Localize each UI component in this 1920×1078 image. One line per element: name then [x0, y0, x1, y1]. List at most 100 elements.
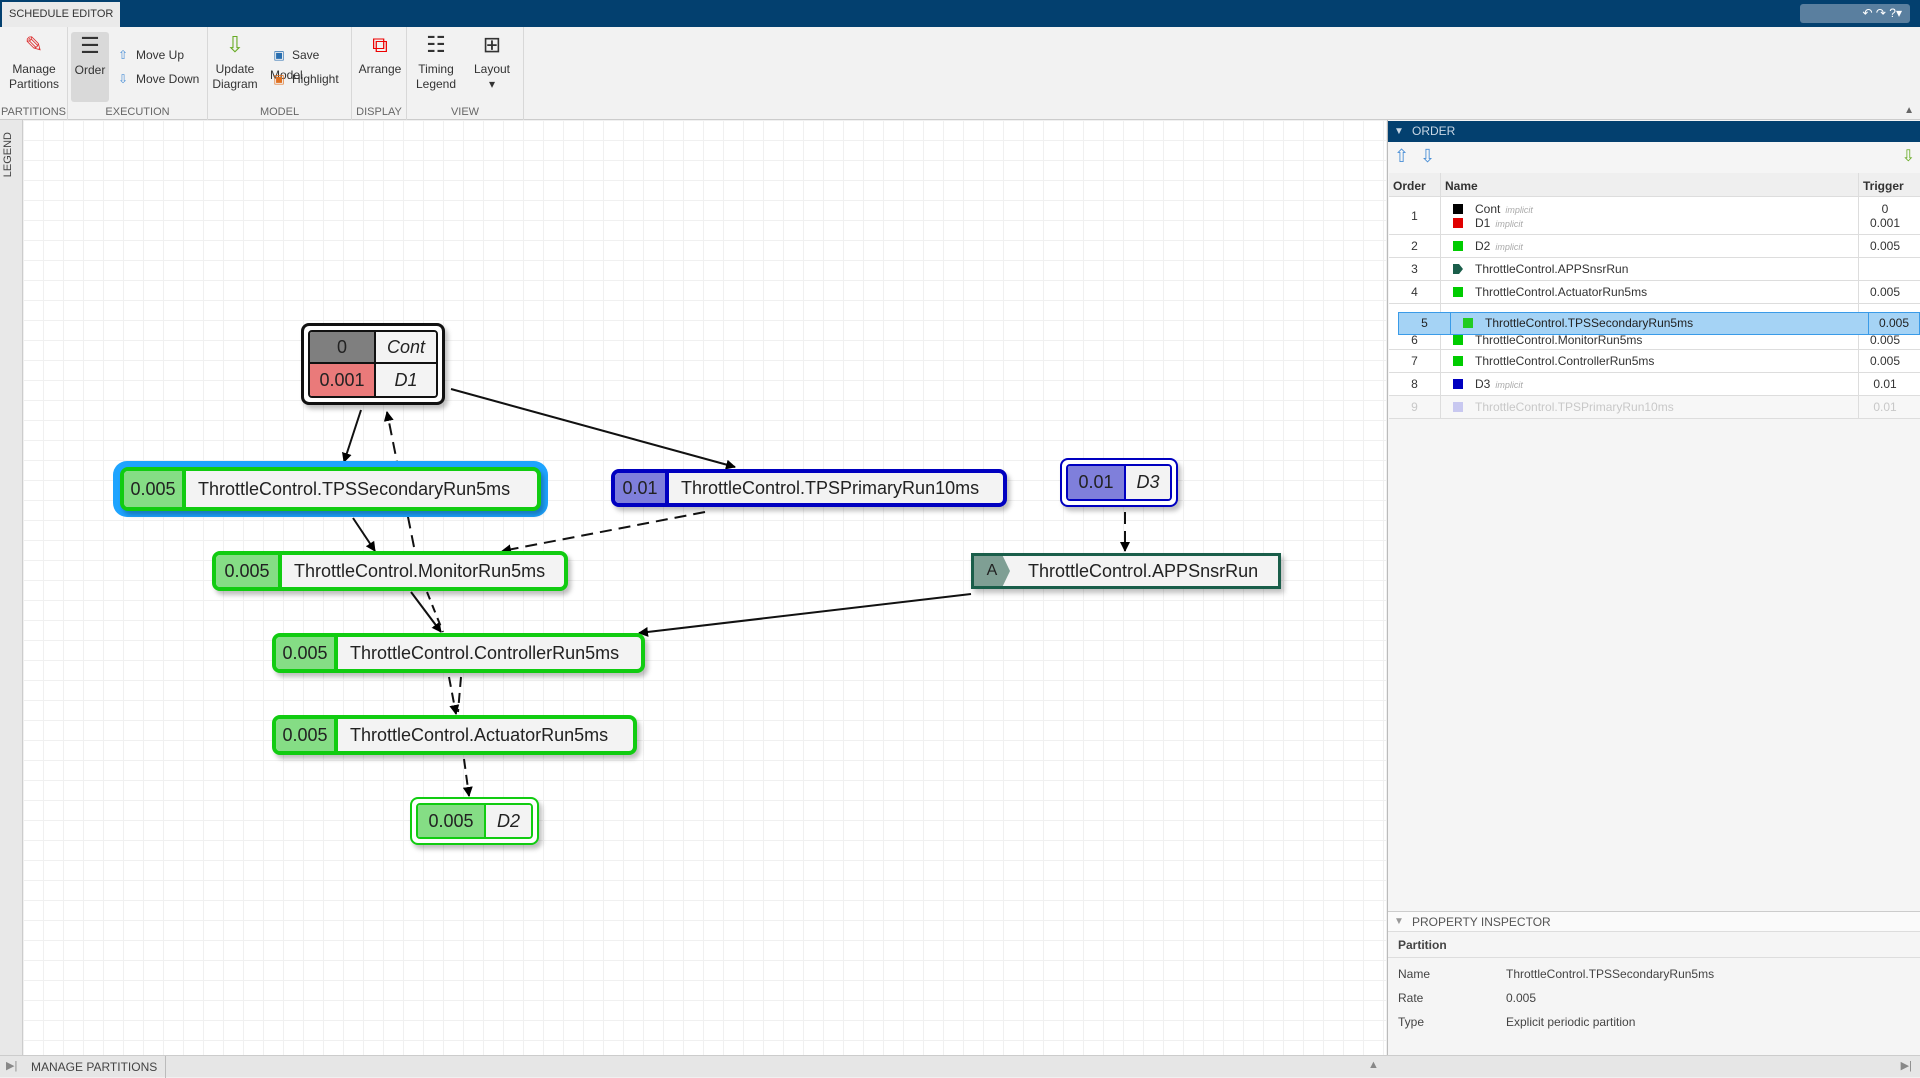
column-name[interactable]: Name: [1441, 173, 1859, 196]
trigger-cell: 0.001: [1869, 215, 1901, 230]
node-appsnsr[interactable]: A ThrottleControl.APPSnsrRun: [971, 553, 1281, 589]
property-inspector-header[interactable]: ▼ PROPERTY INSPECTOR: [1388, 911, 1920, 932]
table-header: Order Name Trigger: [1389, 173, 1920, 197]
arrow-controller-to-actuator-2: [457, 676, 462, 713]
color-swatch-icon: [1453, 241, 1463, 251]
d2-name: D2: [486, 805, 531, 837]
implicit-tag: implicit: [1495, 218, 1523, 229]
trigger-cell: 0.005: [1869, 354, 1901, 368]
quick-access-toolbar[interactable]: ↶ ↷ ?▾: [1800, 4, 1910, 23]
collapse-icon[interactable]: ▼: [1394, 912, 1404, 932]
name-cell: ThrottleControl.TPSSecondaryRun5ms: [1485, 316, 1694, 330]
property-type: Type Explicit periodic partition: [1398, 1015, 1636, 1029]
inspector-section-partition: Partition: [1388, 932, 1920, 958]
name-cell: D1: [1475, 215, 1491, 230]
node-cont-d1[interactable]: 0 Cont 0.001 D1: [301, 323, 445, 405]
manage-partitions-tab[interactable]: MANAGE PARTITIONS: [23, 1056, 167, 1078]
color-swatch-icon: [1453, 334, 1463, 345]
node-rate: 0.005: [276, 719, 338, 751]
undo-icon[interactable]: ↶: [1862, 6, 1872, 20]
node-controller[interactable]: 0.005 ThrottleControl.ControllerRun5ms: [272, 633, 645, 673]
trigger-cell: 0.005: [1869, 285, 1901, 299]
node-tpsprimary[interactable]: 0.01 ThrottleControl.TPSPrimaryRun10ms: [611, 469, 1007, 507]
implicit-tag: implicit: [1495, 242, 1523, 252]
expand-left-icon[interactable]: ▶|: [6, 1059, 17, 1072]
collapse-toolstrip-icon[interactable]: ▲: [1904, 105, 1914, 116]
node-rate: 0.005: [216, 555, 282, 587]
color-swatch-icon: [1453, 217, 1463, 228]
bottom-bar: ▶| MANAGE PARTITIONS ▲ ▶|: [0, 1055, 1920, 1078]
node-rate: 0.005: [124, 471, 186, 507]
order-cell: 7: [1389, 350, 1441, 372]
arrow-appsnsr-to-controller: [638, 593, 972, 637]
help-icon[interactable]: ?▾: [1889, 6, 1902, 20]
node-name: ThrottleControl.TPSPrimaryRun10ms: [681, 477, 980, 498]
node-d2[interactable]: 0.005 D2: [410, 797, 539, 845]
table-row[interactable]: 1 Cont implicit D1 implicit 0 0.001: [1389, 197, 1920, 235]
aperiodic-icon: [1453, 264, 1463, 274]
order-cell: 3: [1389, 258, 1441, 280]
dependency-arrows: [342, 388, 1130, 797]
table-row[interactable]: 4 ThrottleControl.ActuatorRun5ms 0.005: [1389, 281, 1920, 304]
node-tpssecondary[interactable]: 0.005 ThrottleControl.TPSSecondaryRun5ms: [120, 467, 541, 511]
expand-right-icon[interactable]: ▶|: [1901, 1059, 1912, 1072]
move-up-icon[interactable]: ⇧: [1394, 146, 1409, 167]
node-name: ThrottleControl.TPSSecondaryRun5ms: [198, 478, 511, 499]
trigger-cell: 0.01: [1873, 400, 1897, 414]
dragged-row-tpssecondary[interactable]: 5 ThrottleControl.TPSSecondaryRun5ms 0.0…: [1398, 312, 1920, 335]
expand-up-icon[interactable]: ▲: [1368, 1059, 1379, 1071]
color-swatch-icon: [1453, 287, 1463, 297]
aperiodic-badge: A: [974, 556, 1010, 586]
name-cell: ThrottleControl.ActuatorRun5ms: [1475, 285, 1648, 299]
order-cell: 4: [1389, 281, 1441, 303]
name-cell: ThrottleControl.TPSPrimaryRun10ms: [1475, 400, 1674, 414]
d1-name: D1: [376, 364, 436, 396]
arrow-actuator-to-d2: [462, 758, 473, 797]
d3-rate: 0.01: [1068, 466, 1126, 499]
property-name: Name ThrottleControl.TPSSecondaryRun5ms: [1398, 967, 1715, 981]
arrow-d1-to-tpsprimary: [450, 388, 736, 470]
property-rate: Rate 0.005: [1398, 991, 1537, 1005]
column-order[interactable]: Order: [1389, 173, 1441, 196]
color-swatch-icon: [1453, 356, 1463, 366]
trigger-cell: [1859, 258, 1911, 280]
move-down-icon[interactable]: ⇩: [1420, 146, 1435, 167]
order-toolbar: ⇧ ⇩ ⇩: [1388, 142, 1920, 172]
color-swatch-icon: [1453, 203, 1463, 214]
right-panel: ▼ ORDER ⇧ ⇩ ⇩ Order Name Trigger 1 Cont im…: [1387, 120, 1920, 1055]
redo-icon[interactable]: ↷: [1876, 6, 1886, 20]
trigger-cell: 0.005: [1878, 316, 1910, 330]
table-row[interactable]: 8 D3 implicit 0.01: [1389, 373, 1920, 396]
column-trigger[interactable]: Trigger: [1859, 173, 1911, 196]
node-monitor[interactable]: 0.005 ThrottleControl.MonitorRun5ms: [212, 551, 568, 591]
trigger-cell: 0: [1881, 201, 1889, 216]
trigger-cell: 0.005: [1869, 239, 1901, 253]
arrow-monitor-to-controller: [410, 591, 442, 633]
update-diagram-icon[interactable]: ⇩: [1902, 146, 1915, 166]
node-name: ThrottleControl.ActuatorRun5ms: [350, 724, 609, 745]
name-cell: Cont: [1475, 201, 1501, 216]
name-cell: ThrottleControl.APPSnsrRun: [1475, 262, 1629, 276]
order-panel-header[interactable]: ▼ ORDER: [1388, 121, 1920, 142]
order-table: Order Name Trigger 1 Cont implicit D1 impli…: [1389, 173, 1920, 419]
node-name: ThrottleControl.ControllerRun5ms: [350, 642, 620, 663]
table-row[interactable]: 9 ThrottleControl.TPSPrimaryRun10ms 0.01: [1389, 396, 1920, 419]
arrow-tpsprimary-to-monitor: [501, 511, 706, 555]
d3-name: D3: [1126, 466, 1170, 499]
color-swatch-icon: [1453, 402, 1463, 412]
node-d3[interactable]: 0.01 D3: [1060, 458, 1178, 507]
cont-rate: 0: [310, 332, 376, 364]
table-row[interactable]: 3 ThrottleControl.APPSnsrRun: [1389, 258, 1920, 281]
trigger-cell: 0.01: [1873, 377, 1897, 391]
name-cell: D3: [1475, 377, 1491, 391]
collapse-icon[interactable]: ▼: [1394, 121, 1404, 142]
table-row[interactable]: 7 ThrottleControl.ControllerRun5ms 0.005: [1389, 350, 1920, 373]
color-swatch-icon: [1453, 379, 1463, 389]
node-actuator[interactable]: 0.005 ThrottleControl.ActuatorRun5ms: [272, 715, 637, 755]
d1-rate: 0.001: [310, 364, 376, 396]
order-cell: 2: [1389, 235, 1441, 257]
table-row[interactable]: 2 D2 implicit 0.005: [1389, 235, 1920, 258]
arrow-cont-to-tpssecondary: [342, 409, 362, 463]
node-rate: 0.01: [615, 473, 669, 503]
node-name: ThrottleControl.MonitorRun5ms: [294, 560, 546, 581]
